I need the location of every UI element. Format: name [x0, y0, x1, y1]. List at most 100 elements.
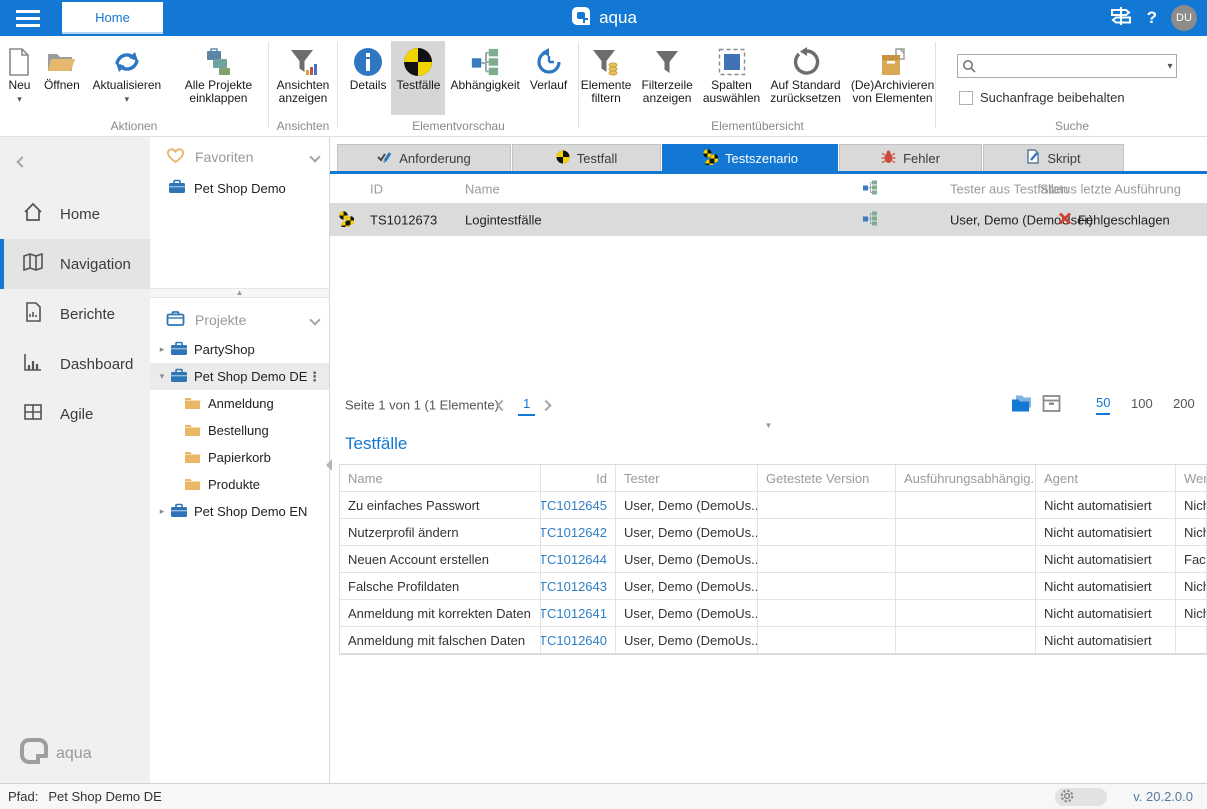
verlauf-button[interactable]: Verlauf — [525, 41, 572, 115]
sidebar-item-navigation[interactable]: Navigation — [0, 239, 150, 289]
page-prev-button[interactable] — [498, 398, 506, 413]
search-dropdown-icon[interactable]: ▾ — [1164, 61, 1176, 72]
sidebar-item-agile[interactable]: Agile — [0, 389, 150, 439]
spalten-auswaehlen-button[interactable]: Spalten auswählen — [698, 41, 765, 115]
col-id[interactable]: Id — [541, 465, 616, 491]
scenario-list-header: ID Name Tester aus Testfällen Status let… — [330, 174, 1207, 203]
tab-testszenario[interactable]: Testszenario — [662, 144, 838, 171]
col-name[interactable]: Name — [340, 465, 541, 491]
aktualisieren-button[interactable]: Aktualisieren ▾ — [85, 41, 169, 115]
keep-search-checkbox[interactable]: Suchanfrage beibehalten — [959, 90, 1125, 105]
details-button[interactable]: Details — [345, 41, 392, 115]
chevron-down-icon[interactable] — [309, 151, 320, 162]
testscenario-icon — [338, 210, 354, 230]
tab-skript[interactable]: Skript — [983, 144, 1124, 171]
tree-item-anmeldung[interactable]: Anmeldung — [150, 390, 329, 417]
dearchivieren-button[interactable]: (De)Archivieren von Elementen — [846, 41, 939, 115]
dependency-column-icon[interactable] — [862, 179, 878, 198]
titlebar-home-tab[interactable]: Home — [62, 2, 163, 34]
sidebar-collapse-button[interactable] — [18, 153, 32, 167]
checkbox-icon[interactable] — [959, 91, 973, 105]
table-row[interactable]: Falsche ProfildatenTC1012643User, Demo (… — [340, 573, 1207, 600]
tab-testfall[interactable]: Testfall — [512, 144, 661, 171]
tab-anforderung[interactable]: Anforderung — [337, 144, 511, 171]
expander-closed-icon[interactable]: ▸ — [154, 344, 170, 355]
table-row[interactable]: Anmeldung mit korrekten DatenTC1012641Us… — [340, 600, 1207, 627]
page-size-200[interactable]: 200 — [1173, 396, 1195, 414]
dropdown-arrow-icon: ▾ — [125, 94, 130, 104]
views-funnel-icon — [289, 45, 317, 79]
copy-folders-icon[interactable] — [1010, 394, 1032, 417]
panel-splitter[interactable]: ▲ — [150, 288, 329, 298]
archive-list-icon[interactable] — [1042, 395, 1061, 416]
tree-item-pet-shop-demo-en[interactable]: ▸ Pet Shop Demo EN — [150, 498, 329, 525]
sidebar-item-home[interactable]: Home — [0, 189, 150, 239]
ribbon-group-elementuebersicht: Elemente filtern Filterzeile anzeigen Sp… — [580, 36, 935, 136]
tree-item-produkte[interactable]: Produkte — [150, 471, 329, 498]
tree-item-bestellung[interactable]: Bestellung — [150, 417, 329, 444]
scenario-row-ts1012673[interactable]: TS1012673 Logintestfälle User, Demo (Dem… — [330, 203, 1207, 236]
chevron-down-icon[interactable] — [309, 314, 320, 325]
user-avatar[interactable]: DU — [1171, 5, 1197, 31]
tree-item-pet-shop-demo-de[interactable]: ▾ Pet Shop Demo DE ⋮ — [150, 363, 329, 390]
col-wer[interactable]: Wer — [1176, 465, 1207, 491]
search-input[interactable] — [980, 59, 1164, 74]
col-tester[interactable]: Tester — [616, 465, 758, 491]
element-type-tabs: Anforderung Testfall Testszenario Fehler… — [330, 144, 1207, 171]
detail-splitter[interactable]: ▼ — [330, 421, 1207, 431]
oeffnen-button[interactable]: Öffnen — [39, 41, 85, 115]
signpost-icon[interactable] — [1109, 5, 1133, 32]
col-version[interactable]: Getestete Version — [758, 465, 896, 491]
ribbon: Neu ▾ Öffnen Aktualisieren ▾ Alle Projek… — [0, 36, 1207, 137]
projects-header[interactable]: Projekte — [150, 299, 329, 336]
help-icon[interactable]: ? — [1147, 8, 1157, 28]
ribbon-group-aktionen: Neu ▾ Öffnen Aktualisieren ▾ Alle Projek… — [0, 36, 268, 136]
tree-item-papierkorb[interactable]: Papierkorb — [150, 444, 329, 471]
sidebar-item-berichte[interactable]: Berichte — [0, 289, 150, 339]
settings-toggle[interactable] — [1055, 788, 1107, 806]
page-number[interactable]: 1 — [518, 394, 535, 416]
table-row[interactable]: Zu einfaches PasswortTC1012645User, Demo… — [340, 492, 1207, 519]
pagination-bar: Seite 1 von 1 (1 Elemente) 1 50 100 200 — [330, 389, 1207, 421]
col-agent[interactable]: Agent — [1036, 465, 1176, 491]
scenario-name: Logintestfälle — [465, 212, 542, 227]
column-id[interactable]: ID — [370, 181, 383, 196]
ribbon-group-suche: ▾ Suchanfrage beibehalten Suche — [937, 36, 1207, 136]
page-next-button[interactable] — [542, 398, 550, 413]
sidebar-item-dashboard[interactable]: Dashboard — [0, 339, 150, 389]
col-abhaengigkeit[interactable]: Ausführungsabhängig... — [896, 465, 1036, 491]
table-row[interactable]: Nutzerprofil ändernTC1012642User, Demo (… — [340, 519, 1207, 546]
page-size-100[interactable]: 100 — [1131, 396, 1153, 414]
abhaengigkeit-button[interactable]: Abhängigkeit — [445, 41, 524, 115]
aqua-logo-gray-icon — [20, 738, 48, 769]
expander-open-icon[interactable]: ▾ — [154, 371, 170, 382]
panel-collapse-handle[interactable] — [326, 459, 332, 471]
neu-button[interactable]: Neu ▾ — [0, 41, 39, 115]
table-row[interactable]: Anmeldung mit falschen DatenTC1012640Use… — [340, 627, 1207, 654]
scenario-status: Fehlgeschlagen — [1078, 212, 1170, 227]
column-name[interactable]: Name — [465, 181, 500, 196]
detail-title: Testfälle — [345, 434, 407, 454]
filterzeile-anzeigen-button[interactable]: Filterzeile anzeigen — [636, 41, 697, 115]
alle-projekte-einklappen-button[interactable]: Alle Projekte einklappen — [169, 41, 268, 115]
table-row[interactable]: Neuen Account erstellenTC1012644User, De… — [340, 546, 1207, 573]
elemente-filtern-button[interactable]: Elemente filtern — [576, 41, 637, 115]
ansichten-anzeigen-button[interactable]: Ansichten anzeigen — [269, 41, 337, 115]
testfaelle-button[interactable]: Testfälle — [391, 41, 445, 115]
auf-standard-zuruecksetzen-button[interactable]: Auf Standard zurücksetzen — [765, 41, 846, 115]
favorites-header[interactable]: Favoriten — [150, 137, 329, 173]
splitter-down-icon: ▼ — [765, 421, 773, 430]
tab-fehler[interactable]: Fehler — [839, 144, 982, 171]
page-size-50[interactable]: 50 — [1096, 395, 1110, 415]
kebab-menu-icon[interactable]: ⋮ — [308, 369, 321, 385]
map-icon — [22, 251, 44, 277]
home-icon — [22, 201, 44, 227]
folder-icon — [184, 448, 202, 468]
expander-closed-icon[interactable]: ▸ — [154, 506, 170, 517]
tree-item-partyshop[interactable]: ▸ PartyShop — [150, 336, 329, 363]
scenario-id: TS1012673 — [370, 212, 437, 227]
info-icon — [353, 45, 383, 79]
hamburger-menu-icon[interactable] — [12, 5, 52, 31]
favorite-item-pet-shop-demo[interactable]: Pet Shop Demo — [150, 173, 329, 203]
column-status[interactable]: Status letzte Ausführung — [1040, 181, 1181, 196]
